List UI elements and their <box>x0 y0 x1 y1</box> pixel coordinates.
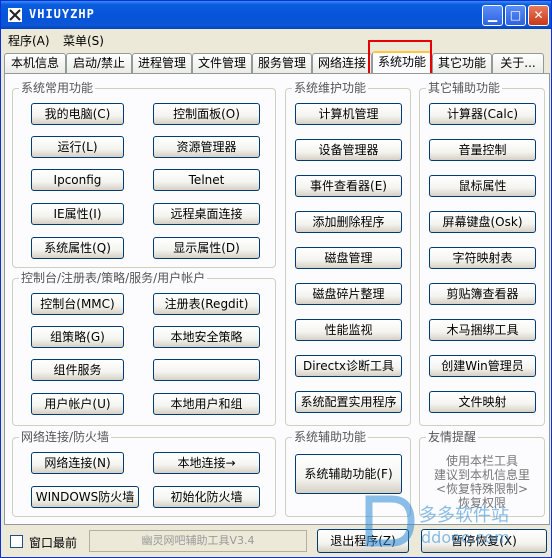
local-connection-button[interactable]: 本地连接→ <box>153 452 260 474</box>
mmc-button[interactable]: 控制台(MMC) <box>31 293 124 315</box>
disk-defrag-button[interactable]: 磁盘碎片整理 <box>295 283 402 305</box>
create-win-admin-button[interactable]: 创建Win管理员 <box>429 355 536 377</box>
device-manager-button[interactable]: 设备管理器 <box>295 139 402 161</box>
friendly-line-2: 建议到本机信息里 <box>433 468 530 482</box>
telnet-button[interactable]: Telnet <box>153 169 260 191</box>
run-button[interactable]: 运行(L) <box>31 136 124 158</box>
performance-monitor-button[interactable]: 性能监视 <box>295 319 402 341</box>
my-computer-button[interactable]: 我的电脑(C) <box>31 103 124 125</box>
always-on-top-label: 窗口最前 <box>29 536 78 550</box>
ie-properties-button[interactable]: IE属性(I) <box>31 203 124 225</box>
group-console-title: 控制台/注册表/策略/服务/用户帐户 <box>19 271 208 285</box>
title-bar[interactable]: VHIUYZHP ▁ □ ✕ <box>1 1 551 29</box>
minimize-button[interactable]: ▁ <box>482 5 503 26</box>
reset-firewall-button[interactable]: 初始化防火墙 <box>153 486 260 508</box>
app-window: VHIUYZHP ▁ □ ✕ 程序(A) 菜单(S) 本机信息 启动/禁止 进程… <box>0 0 552 558</box>
tab-files[interactable]: 文件管理 <box>192 53 252 73</box>
bottom-bar: 窗口最前 幽灵网吧辅助工具V3.4 退出程序(Z) 暂停恢复(X) <box>1 527 551 557</box>
friendly-line-1: 使用本栏工具 <box>445 454 518 468</box>
computer-management-button[interactable]: 计算机管理 <box>295 103 402 125</box>
network-connections-button[interactable]: 网络连接(N) <box>31 452 124 474</box>
menu-bar: 程序(A) 菜单(S) <box>1 29 551 49</box>
msconfig-button[interactable]: 系统配置实用程序 <box>295 391 402 413</box>
group-maintenance: 系统维护功能 计算机管理 设备管理器 事件查看器(E) 添加删除程序 磁盘管理 … <box>285 81 411 426</box>
menu-program[interactable]: 程序(A) <box>8 32 50 49</box>
remote-desktop-button[interactable]: 远程桌面连接 <box>153 203 260 225</box>
explorer-button[interactable]: 资源管理器 <box>153 136 260 158</box>
add-remove-programs-button[interactable]: 添加删除程序 <box>295 211 402 233</box>
minimize-icon: ▁ <box>487 8 498 22</box>
accessibility-button[interactable]: 系统辅助功能(F) <box>295 454 402 494</box>
group-assist-title: 系统辅助功能 <box>292 430 369 444</box>
group-friendly: 友情提醒 使用本栏工具 建议到本机信息里 <恢复特殊限制> 恢复权限 <box>419 430 545 517</box>
group-common: 系统常用功能 我的电脑(C) 控制面板(O) 运行(L) 资源管理器 Ipcon… <box>12 81 276 268</box>
character-map-button[interactable]: 字符映射表 <box>429 247 536 269</box>
window-title: VHIUYZHP <box>29 7 95 21</box>
user-accounts-button[interactable]: 用户帐户(U) <box>31 393 124 415</box>
friendly-line-3: <恢复特殊限制> <box>435 482 529 496</box>
tab-strip: 本机信息 启动/禁止 进程管理 文件管理 服务管理 网络连接 系统功能 其它功能… <box>4 51 550 73</box>
regedit-button[interactable]: 注册表(Regdit) <box>153 293 260 315</box>
local-security-policy-button[interactable]: 本地安全策略 <box>153 326 260 348</box>
tab-panel: 系统常用功能 我的电脑(C) 控制面板(O) 运行(L) 资源管理器 Ipcon… <box>4 73 550 525</box>
close-button[interactable]: ✕ <box>528 5 549 26</box>
disk-management-button[interactable]: 磁盘管理 <box>295 247 402 269</box>
tab-about[interactable]: 关于... <box>492 53 544 73</box>
group-console: 控制台/注册表/策略/服务/用户帐户 控制台(MMC) 注册表(Regdit) … <box>12 271 276 426</box>
maximize-icon: □ <box>509 8 522 22</box>
friendly-line-4: 恢复权限 <box>457 496 506 510</box>
maximize-button[interactable]: □ <box>505 5 526 26</box>
menu-menu[interactable]: 菜单(S) <box>63 32 104 49</box>
file-mapping-button[interactable]: 文件映射 <box>429 391 536 413</box>
group-other: 其它辅助功能 计算器(Calc) 音量控制 鼠标属性 屏幕键盘(Osk) 字符映… <box>419 81 545 426</box>
always-on-top-checkbox[interactable] <box>10 535 23 548</box>
close-icon: ✕ <box>533 8 544 22</box>
group-maintenance-title: 系统维护功能 <box>292 81 369 95</box>
mouse-properties-button[interactable]: 鼠标属性 <box>429 175 536 197</box>
group-other-title: 其它辅助功能 <box>426 81 503 95</box>
app-icon <box>8 8 22 22</box>
event-viewer-button[interactable]: 事件查看器(E) <box>295 175 402 197</box>
volume-control-button[interactable]: 音量控制 <box>429 139 536 161</box>
group-common-title: 系统常用功能 <box>19 81 96 95</box>
local-users-groups-button[interactable]: 本地用户和组 <box>153 393 260 415</box>
group-assist: 系统辅助功能 系统辅助功能(F) <box>285 430 411 517</box>
tab-other[interactable]: 其它功能 <box>432 53 492 73</box>
pause-restore-button[interactable]: 暂停恢复(X) <box>421 529 547 553</box>
tab-network[interactable]: 网络连接 <box>312 53 372 73</box>
clipboard-viewer-button[interactable]: 剪贴簿查看器 <box>429 283 536 305</box>
component-services-button[interactable]: 组件服务 <box>31 359 124 381</box>
tab-process[interactable]: 进程管理 <box>132 53 192 73</box>
tab-local-info[interactable]: 本机信息 <box>4 53 66 73</box>
group-policy-button[interactable]: 组策略(G) <box>31 326 124 348</box>
display-properties-button[interactable]: 显示属性(D) <box>153 237 260 259</box>
control-panel-button[interactable]: 控制面板(O) <box>153 103 260 125</box>
tab-startup[interactable]: 启动/禁止 <box>66 53 132 73</box>
trojan-binder-button[interactable]: 木马捆绑工具 <box>429 319 536 341</box>
directx-diagnostic-button[interactable]: Directx诊断工具 <box>295 355 402 377</box>
windows-firewall-button[interactable]: WINDOWS防火墙 <box>31 486 139 508</box>
group-network-title: 网络连接/防火墙 <box>19 430 112 444</box>
ipconfig-button[interactable]: Ipconfig <box>31 169 124 191</box>
group-network: 网络连接/防火墙 网络连接(N) 本地连接→ WINDOWS防火墙 初始化防火墙 <box>12 430 276 517</box>
blank-button[interactable] <box>153 359 260 381</box>
tab-system[interactable]: 系统功能 <box>372 51 432 73</box>
tab-services[interactable]: 服务管理 <box>252 53 312 73</box>
exit-button[interactable]: 退出程序(Z) <box>317 529 409 553</box>
onscreen-keyboard-button[interactable]: 屏幕键盘(Osk) <box>429 211 536 233</box>
calculator-button[interactable]: 计算器(Calc) <box>429 103 536 125</box>
group-friendly-title: 友情提醒 <box>426 430 479 444</box>
system-properties-button[interactable]: 系统属性(Q) <box>31 237 124 259</box>
status-field: 幽灵网吧辅助工具V3.4 <box>89 530 307 552</box>
